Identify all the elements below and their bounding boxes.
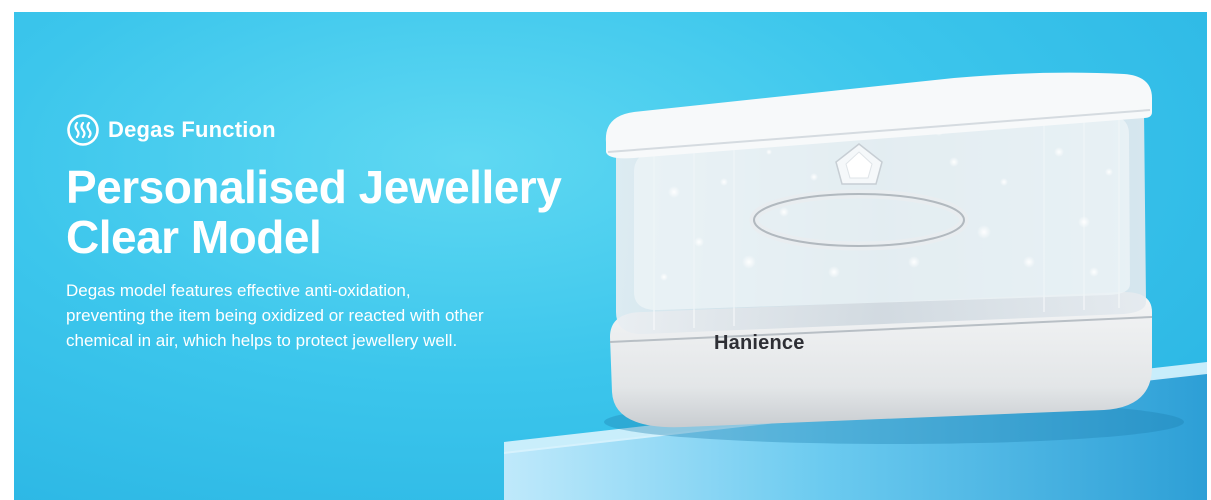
feature-label: Degas Function: [108, 117, 276, 142]
headline-line-2: Clear Model: [66, 211, 322, 263]
product-banner: Hanience Degas Function Personalised Jew…: [14, 12, 1207, 500]
steam-waves-icon: [66, 113, 100, 147]
description: Degas model features effective anti-oxid…: [66, 281, 484, 350]
headline-line-1: Personalised Jewellery: [66, 161, 562, 213]
headline: Personalised Jewellery Clear Model: [66, 162, 606, 262]
brand-logo-text: Hanience: [714, 332, 805, 354]
banner-copy: Degas Function Personalised Jewellery Cl…: [66, 112, 606, 353]
feature-tag: Degas Function: [66, 112, 606, 148]
